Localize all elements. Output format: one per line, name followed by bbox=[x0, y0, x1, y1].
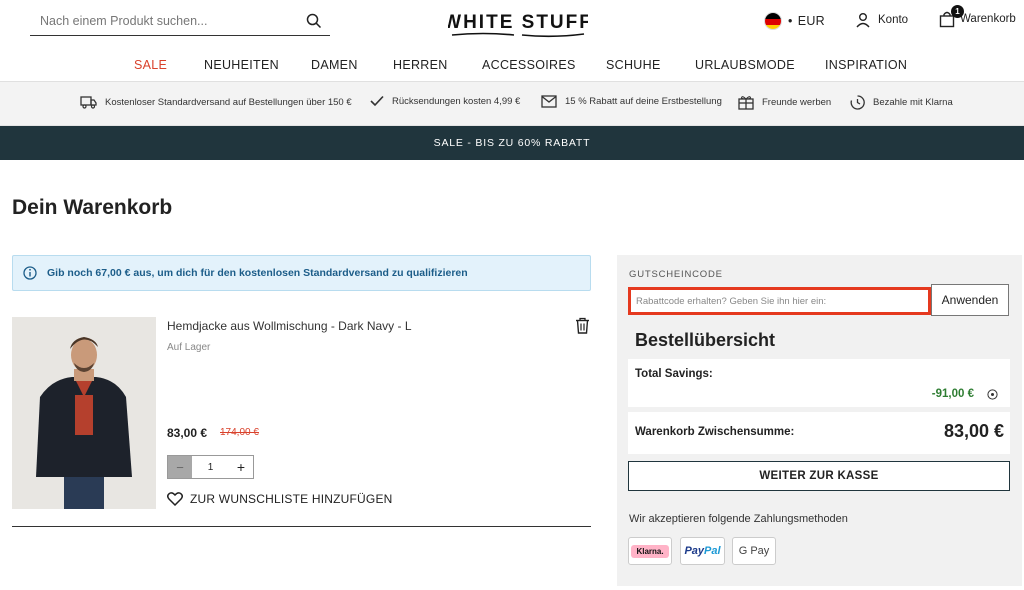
apply-voucher-button[interactable]: Anwenden bbox=[931, 284, 1009, 316]
nav-item-accessoires[interactable]: ACCESSOIRES bbox=[482, 58, 576, 72]
usp-bar: Kostenloser Standardversand auf Bestellu… bbox=[0, 82, 1024, 126]
checkout-button[interactable]: WEITER ZUR KASSE bbox=[628, 461, 1010, 491]
search-icon[interactable] bbox=[306, 13, 322, 29]
header: WHITE STUFF • EUR Konto 1 Warenkorb bbox=[0, 0, 1024, 46]
usp-item-klarna[interactable]: Bezahle mit Klarna bbox=[850, 95, 953, 110]
account-link[interactable]: Konto bbox=[855, 12, 908, 28]
svg-text:WHITE STUFF: WHITE STUFF bbox=[448, 12, 588, 33]
voucher-field-wrapper bbox=[628, 287, 931, 315]
heart-icon bbox=[167, 492, 183, 506]
cart-link[interactable]: 1 Warenkorb bbox=[938, 5, 1016, 28]
nav-item-inspiration[interactable]: INSPIRATION bbox=[825, 58, 907, 72]
add-to-wishlist-button[interactable]: ZUR WUNSCHLISTE HINZUFÜGEN bbox=[167, 492, 393, 506]
divider bbox=[12, 526, 591, 527]
google-pay-badge: G Pay bbox=[732, 537, 776, 565]
order-overview-title: Bestellübersicht bbox=[635, 330, 776, 350]
product-old-price: 174,00 € bbox=[220, 427, 259, 438]
envelope-icon bbox=[541, 95, 557, 108]
cart-label: Warenkorb bbox=[960, 13, 1016, 25]
quantity-increase-button[interactable]: + bbox=[229, 456, 253, 478]
usp-item-discount[interactable]: 15 % Rabatt auf deine Erstbestellung bbox=[541, 95, 722, 108]
quantity-value[interactable]: 1 bbox=[192, 456, 229, 478]
quantity-decrease-button[interactable]: − bbox=[168, 456, 192, 478]
truck-icon bbox=[80, 96, 97, 109]
currency-selector[interactable]: • EUR bbox=[764, 12, 825, 30]
usp-item-shipping[interactable]: Kostenloser Standardversand auf Bestellu… bbox=[80, 95, 352, 109]
product-name[interactable]: Hemdjacke aus Wollmischung - Dark Navy -… bbox=[167, 319, 412, 333]
promo-banner[interactable]: SALE - BIS ZU 60% RABATT bbox=[0, 126, 1024, 160]
check-icon bbox=[370, 95, 384, 107]
usp-item-returns[interactable]: Rücksendungen kosten 4,99 € bbox=[370, 95, 520, 107]
nav-item-sale[interactable]: SALE bbox=[134, 58, 167, 72]
search-bar bbox=[30, 6, 330, 36]
paypal-logo: PayPal bbox=[684, 545, 721, 557]
savings-value: -91,00 € bbox=[931, 388, 974, 400]
search-input[interactable] bbox=[30, 13, 290, 28]
account-label: Konto bbox=[878, 14, 909, 26]
usp-label: 15 % Rabatt auf deine Erstbestellung bbox=[565, 96, 722, 107]
payment-methods-label: Wir akzeptieren folgende Zahlungsmethode… bbox=[629, 513, 848, 525]
stock-status: Auf Lager bbox=[167, 342, 211, 353]
savings-box: Total Savings: -91,00 € bbox=[628, 359, 1010, 407]
shipping-info-text: Gib noch 67,00 € aus, um dich für den ko… bbox=[47, 267, 468, 279]
klarna-logo: Klarna. bbox=[631, 544, 669, 558]
voucher-input[interactable] bbox=[631, 290, 928, 312]
usp-label: Kostenloser Standardversand auf Bestellu… bbox=[105, 96, 352, 108]
subtotal-label: Warenkorb Zwischensumme: bbox=[635, 426, 795, 438]
nav-item-damen[interactable]: DAMEN bbox=[311, 58, 358, 72]
google-pay-logo: G Pay bbox=[738, 545, 770, 557]
product-price: 83,00 € bbox=[167, 426, 208, 440]
nav-item-neuheiten[interactable]: NEUHEITEN bbox=[204, 58, 279, 72]
usp-label: Rücksendungen kosten 4,99 € bbox=[392, 95, 521, 107]
subtotal-box: Warenkorb Zwischensumme: 83,00 € bbox=[628, 412, 1010, 454]
nav-item-schuhe[interactable]: SCHUHE bbox=[606, 58, 661, 72]
shipping-info-banner: Gib noch 67,00 € aus, um dich für den ko… bbox=[12, 255, 591, 291]
logo[interactable]: WHITE STUFF bbox=[448, 6, 588, 40]
trash-icon[interactable] bbox=[575, 317, 590, 334]
info-icon bbox=[23, 266, 37, 280]
gift-icon bbox=[738, 96, 754, 110]
savings-label: Total Savings: bbox=[635, 368, 713, 380]
usp-item-referral[interactable]: Freunde werben bbox=[738, 95, 831, 110]
chevron-circle-icon[interactable] bbox=[987, 389, 998, 400]
subtotal-value: 83,00 € bbox=[943, 421, 1004, 441]
klarna-payment-badge: Klarna. bbox=[628, 537, 672, 565]
cart-count-badge: 1 bbox=[951, 5, 964, 18]
usp-label: Freunde werben bbox=[762, 97, 832, 108]
product-image[interactable] bbox=[12, 317, 156, 509]
quantity-stepper: − 1 + bbox=[167, 455, 254, 479]
nav-item-herren[interactable]: HERREN bbox=[393, 58, 448, 72]
promo-text: SALE - BIS ZU 60% RABATT bbox=[433, 137, 591, 149]
wishlist-label: ZUR WUNSCHLISTE HINZUFÜGEN bbox=[190, 492, 393, 506]
page-title: Dein Warenkorb bbox=[12, 196, 173, 219]
user-icon bbox=[856, 13, 870, 28]
paypal-payment-badge: PayPal bbox=[680, 537, 725, 565]
main-nav: SALE NEUHEITEN DAMEN HERREN ACCESSOIRES … bbox=[0, 46, 1024, 82]
nav-item-urlaubsmode[interactable]: URLAUBSMODE bbox=[695, 58, 795, 72]
currency-label: EUR bbox=[797, 14, 825, 28]
clock-icon bbox=[850, 95, 865, 110]
voucher-label: GUTSCHEINCODE bbox=[629, 269, 723, 280]
currency-separator: • bbox=[788, 14, 793, 28]
germany-flag-icon bbox=[764, 12, 782, 30]
usp-label: Bezahle mit Klarna bbox=[873, 97, 953, 108]
order-summary-panel: GUTSCHEINCODE Anwenden Bestellübersicht … bbox=[617, 255, 1022, 586]
